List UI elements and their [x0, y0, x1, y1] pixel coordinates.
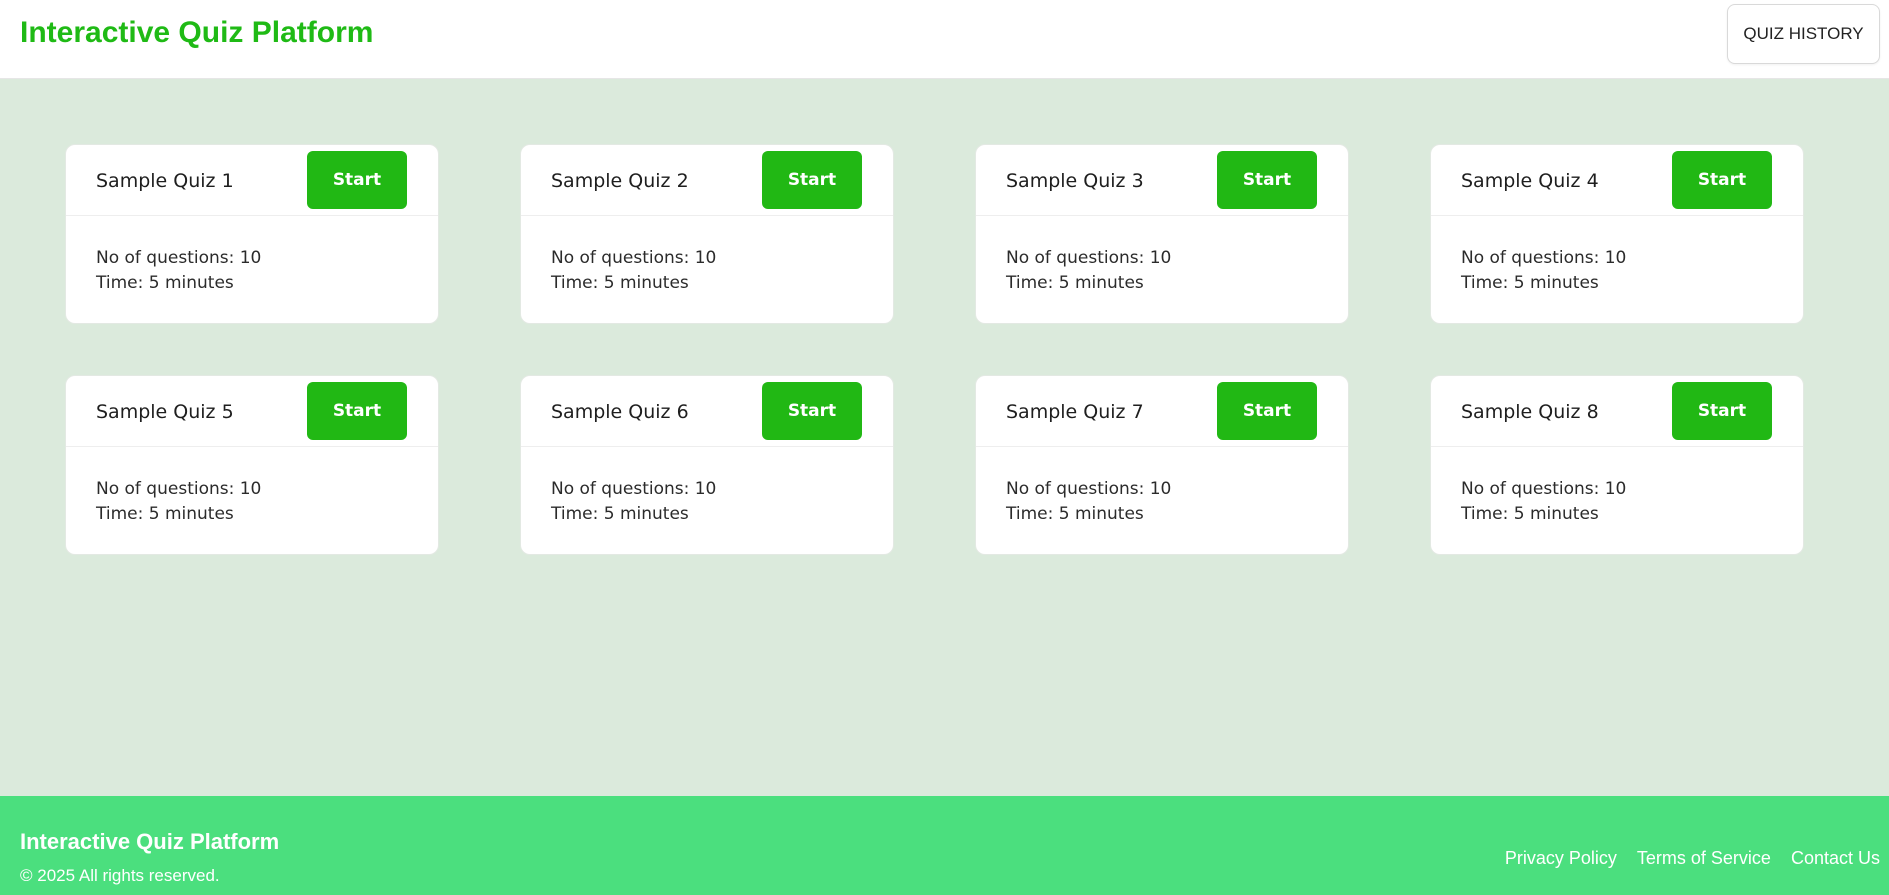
- quiz-question-count: No of questions: 10: [1461, 479, 1627, 499]
- quiz-question-count: No of questions: 10: [96, 479, 262, 499]
- start-quiz-3-button[interactable]: Start: [1217, 151, 1317, 209]
- quiz-title: Sample Quiz 7: [1006, 401, 1144, 423]
- quiz-question-count: No of questions: 10: [551, 479, 717, 499]
- quiz-card-body: No of questions: 10 Time: 5 minutes: [66, 216, 438, 296]
- quiz-card-body: No of questions: 10 Time: 5 minutes: [976, 447, 1348, 527]
- footer-copyright: © 2025 All rights reserved.: [20, 866, 220, 885]
- quiz-card-body: No of questions: 10 Time: 5 minutes: [1431, 447, 1803, 527]
- quiz-time-limit: Time: 5 minutes: [551, 504, 689, 524]
- quiz-time-limit: Time: 5 minutes: [1461, 504, 1599, 524]
- quiz-card-body: No of questions: 10 Time: 5 minutes: [1431, 216, 1803, 296]
- start-quiz-5-button[interactable]: Start: [307, 382, 407, 440]
- contact-us-link[interactable]: Contact Us: [1791, 848, 1880, 869]
- quiz-title: Sample Quiz 6: [551, 401, 689, 423]
- footer-links: Privacy Policy Terms of Service Contact …: [1505, 848, 1880, 869]
- quiz-card-header: Sample Quiz 1 Start: [66, 145, 438, 216]
- quiz-card-6: Sample Quiz 6 Start No of questions: 10 …: [520, 375, 894, 555]
- quiz-title: Sample Quiz 4: [1461, 170, 1599, 192]
- quiz-card-3: Sample Quiz 3 Start No of questions: 10 …: [975, 144, 1349, 324]
- quiz-card-8: Sample Quiz 8 Start No of questions: 10 …: [1430, 375, 1804, 555]
- quiz-grid: Sample Quiz 1 Start No of questions: 10 …: [65, 144, 1804, 555]
- quiz-time-limit: Time: 5 minutes: [1006, 504, 1144, 524]
- quiz-title: Sample Quiz 2: [551, 170, 689, 192]
- quiz-history-button[interactable]: QUIZ HISTORY: [1727, 4, 1880, 64]
- quiz-card-header: Sample Quiz 5 Start: [66, 376, 438, 447]
- quiz-question-count: No of questions: 10: [1461, 248, 1627, 268]
- terms-of-service-link[interactable]: Terms of Service: [1637, 848, 1771, 869]
- quiz-card-body: No of questions: 10 Time: 5 minutes: [976, 216, 1348, 296]
- quiz-card-body: No of questions: 10 Time: 5 minutes: [521, 216, 893, 296]
- quiz-card-header: Sample Quiz 4 Start: [1431, 145, 1803, 216]
- footer-title: Interactive Quiz Platform: [20, 829, 280, 854]
- quiz-question-count: No of questions: 10: [1006, 248, 1172, 268]
- quiz-card-header: Sample Quiz 6 Start: [521, 376, 893, 447]
- quiz-card-4: Sample Quiz 4 Start No of questions: 10 …: [1430, 144, 1804, 324]
- start-quiz-4-button[interactable]: Start: [1672, 151, 1772, 209]
- quiz-time-limit: Time: 5 minutes: [1006, 273, 1144, 293]
- quiz-title: Sample Quiz 3: [1006, 170, 1144, 192]
- quiz-card-body: No of questions: 10 Time: 5 minutes: [521, 447, 893, 527]
- quiz-card-header: Sample Quiz 7 Start: [976, 376, 1348, 447]
- start-quiz-2-button[interactable]: Start: [762, 151, 862, 209]
- quiz-card-7: Sample Quiz 7 Start No of questions: 10 …: [975, 375, 1349, 555]
- quiz-title: Sample Quiz 5: [96, 401, 234, 423]
- start-quiz-7-button[interactable]: Start: [1217, 382, 1317, 440]
- quiz-card-1: Sample Quiz 1 Start No of questions: 10 …: [65, 144, 439, 324]
- start-quiz-8-button[interactable]: Start: [1672, 382, 1772, 440]
- start-quiz-1-button[interactable]: Start: [307, 151, 407, 209]
- quiz-card-5: Sample Quiz 5 Start No of questions: 10 …: [65, 375, 439, 555]
- quiz-title: Sample Quiz 8: [1461, 401, 1599, 423]
- quiz-card-body: No of questions: 10 Time: 5 minutes: [66, 447, 438, 527]
- quiz-time-limit: Time: 5 minutes: [96, 504, 234, 524]
- quiz-time-limit: Time: 5 minutes: [551, 273, 689, 293]
- start-quiz-6-button[interactable]: Start: [762, 382, 862, 440]
- quiz-title: Sample Quiz 1: [96, 170, 234, 192]
- quiz-card-2: Sample Quiz 2 Start No of questions: 10 …: [520, 144, 894, 324]
- quiz-time-limit: Time: 5 minutes: [96, 273, 234, 293]
- quiz-time-limit: Time: 5 minutes: [1461, 273, 1599, 293]
- quiz-card-header: Sample Quiz 8 Start: [1431, 376, 1803, 447]
- privacy-policy-link[interactable]: Privacy Policy: [1505, 848, 1617, 869]
- quiz-question-count: No of questions: 10: [96, 248, 262, 268]
- quiz-card-header: Sample Quiz 3 Start: [976, 145, 1348, 216]
- app-title: Interactive Quiz Platform: [20, 16, 374, 49]
- app-header: Interactive Quiz Platform QUIZ HISTORY: [0, 0, 1889, 79]
- quiz-question-count: No of questions: 10: [1006, 479, 1172, 499]
- quiz-card-header: Sample Quiz 2 Start: [521, 145, 893, 216]
- page-footer: Interactive Quiz Platform © 2025 All rig…: [0, 796, 1889, 895]
- quiz-question-count: No of questions: 10: [551, 248, 717, 268]
